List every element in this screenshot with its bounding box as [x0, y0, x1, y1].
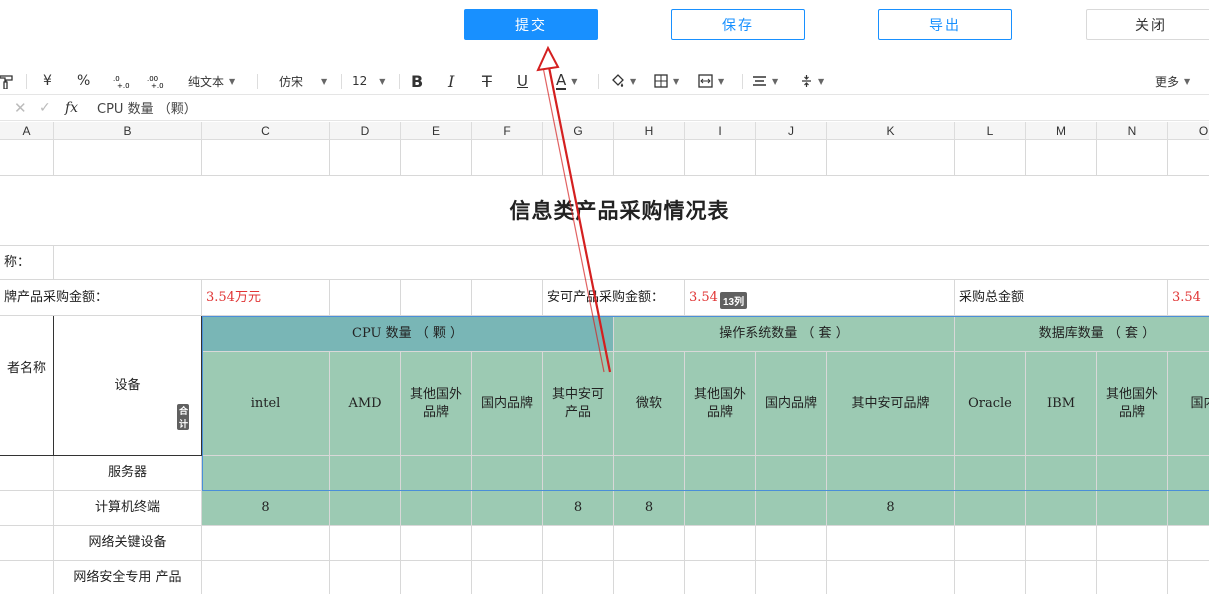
annotation-arrow — [536, 45, 612, 373]
